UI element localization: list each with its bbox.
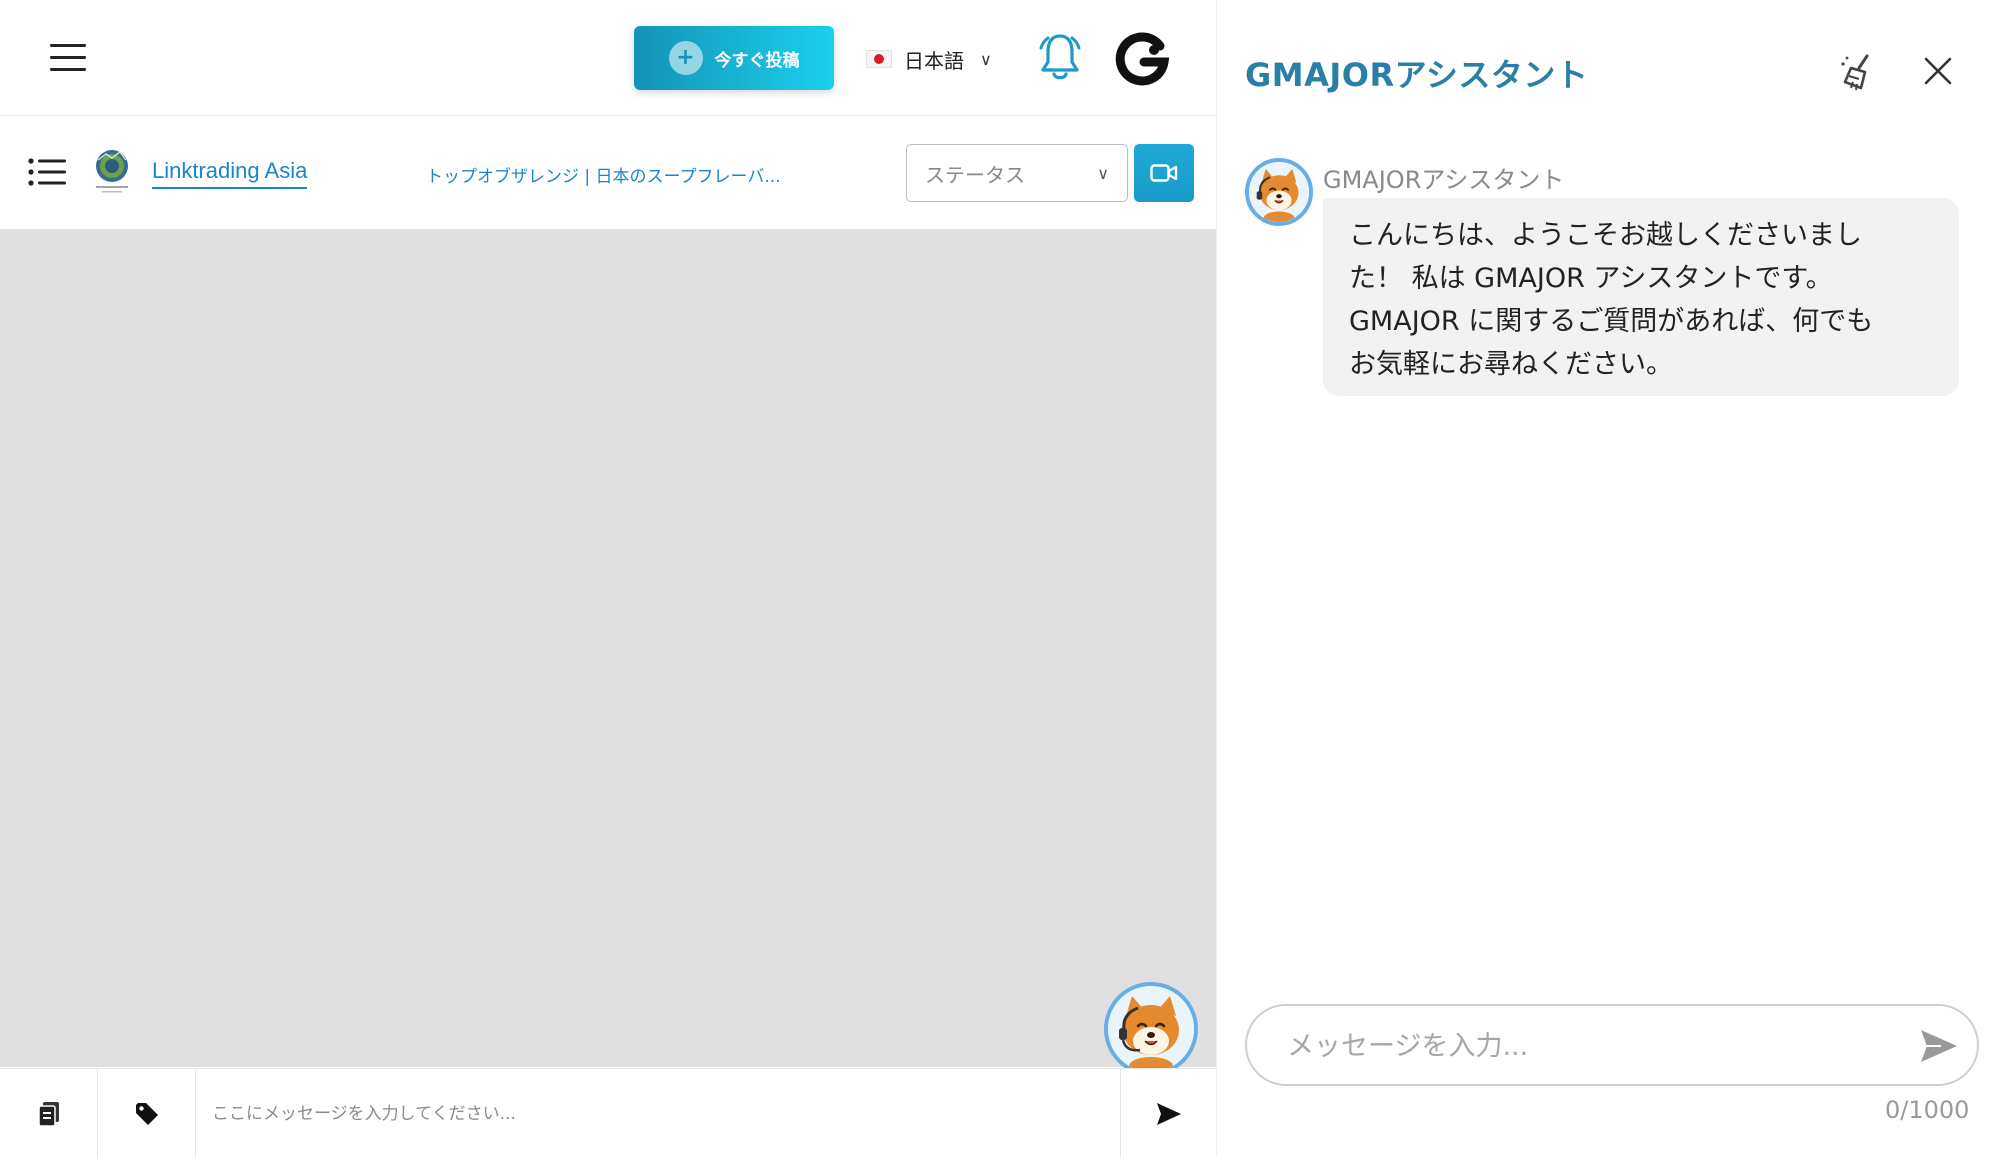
tag-icon <box>135 1102 158 1125</box>
send-icon <box>1156 1102 1181 1125</box>
message-line: た！ 私は GMAJOR アシスタントです。 <box>1349 263 1833 294</box>
shiba-mascot-icon <box>1108 986 1194 1072</box>
video-camera-icon <box>1150 164 1178 182</box>
plus-circle-icon: + <box>668 41 703 75</box>
video-call-button[interactable] <box>1134 144 1194 202</box>
chevron-down-icon: ∨ <box>980 49 992 69</box>
close-icon[interactable] <box>1923 56 1953 86</box>
app-root: + 今すぐ投稿 日本語 ∨ Linktrading Asia トップオブザレンジ… <box>0 0 1999 1157</box>
list-icon[interactable] <box>28 157 66 187</box>
assistant-message-bubble: こんにちは、ようこそお越しくださいまし た！ 私は GMAJOR アシスタントで… <box>1323 198 1959 396</box>
top-navigation-bar: + 今すぐ投稿 日本語 ∨ <box>0 0 1216 116</box>
assistant-input-container <box>1245 1004 1979 1086</box>
shop-name-link[interactable]: Linktrading Asia <box>152 158 308 189</box>
message-input[interactable] <box>196 1069 1120 1157</box>
message-line: GMAJOR に関するご質問があれば、何でも <box>1349 306 1874 337</box>
shiba-mascot-icon <box>1249 162 1309 222</box>
assistant-message-input[interactable] <box>1287 1024 1887 1068</box>
chat-messages-area <box>0 229 1216 1067</box>
main-pane: + 今すぐ投稿 日本語 ∨ Linktrading Asia トップオブザレンジ… <box>0 0 1216 1157</box>
chevron-down-icon: ∨ <box>1097 163 1109 183</box>
shop-logo <box>96 150 128 193</box>
language-label: 日本語 <box>904 48 964 73</box>
message-line: こんにちは、ようこそお越しくださいまし <box>1349 220 1862 251</box>
character-counter: 0/1000 <box>1885 1096 1970 1124</box>
language-selector[interactable]: 日本語 ∨ <box>866 42 992 76</box>
g-logo-icon[interactable] <box>1114 30 1170 86</box>
product-title-link[interactable]: トップオブザレンジ | 日本のスープフレーバ... <box>426 162 781 187</box>
assistant-sender-name: GMAJORアシスタント <box>1323 166 1565 194</box>
japan-flag-icon <box>866 50 892 68</box>
hamburger-icon[interactable] <box>50 44 86 72</box>
post-now-button[interactable]: + 今すぐ投稿 <box>634 26 834 90</box>
message-composer <box>0 1068 1216 1157</box>
status-dropdown[interactable]: ステータス ∨ <box>906 144 1128 202</box>
clipboard-icon <box>37 1101 59 1127</box>
message-line: お気軽にお尋ねください。 <box>1349 349 1673 380</box>
send-icon[interactable] <box>1917 1024 1961 1068</box>
copy-button[interactable] <box>0 1069 98 1157</box>
send-button[interactable] <box>1120 1069 1216 1157</box>
tag-button[interactable] <box>98 1069 196 1157</box>
broom-icon[interactable] <box>1837 52 1879 94</box>
assistant-panel-title: GMAJORアシスタント <box>1245 56 1589 94</box>
bell-icon[interactable] <box>1034 30 1086 86</box>
assistant-avatar <box>1245 158 1313 226</box>
post-now-label: 今すぐ投稿 <box>714 50 800 71</box>
status-dropdown-label: ステータス <box>925 162 1025 187</box>
assistant-launcher-button[interactable] <box>1104 982 1198 1076</box>
assistant-panel: GMAJORアシスタント GMAJORアシスタント こんにちは、ようこそお越しく… <box>1217 0 1999 1157</box>
